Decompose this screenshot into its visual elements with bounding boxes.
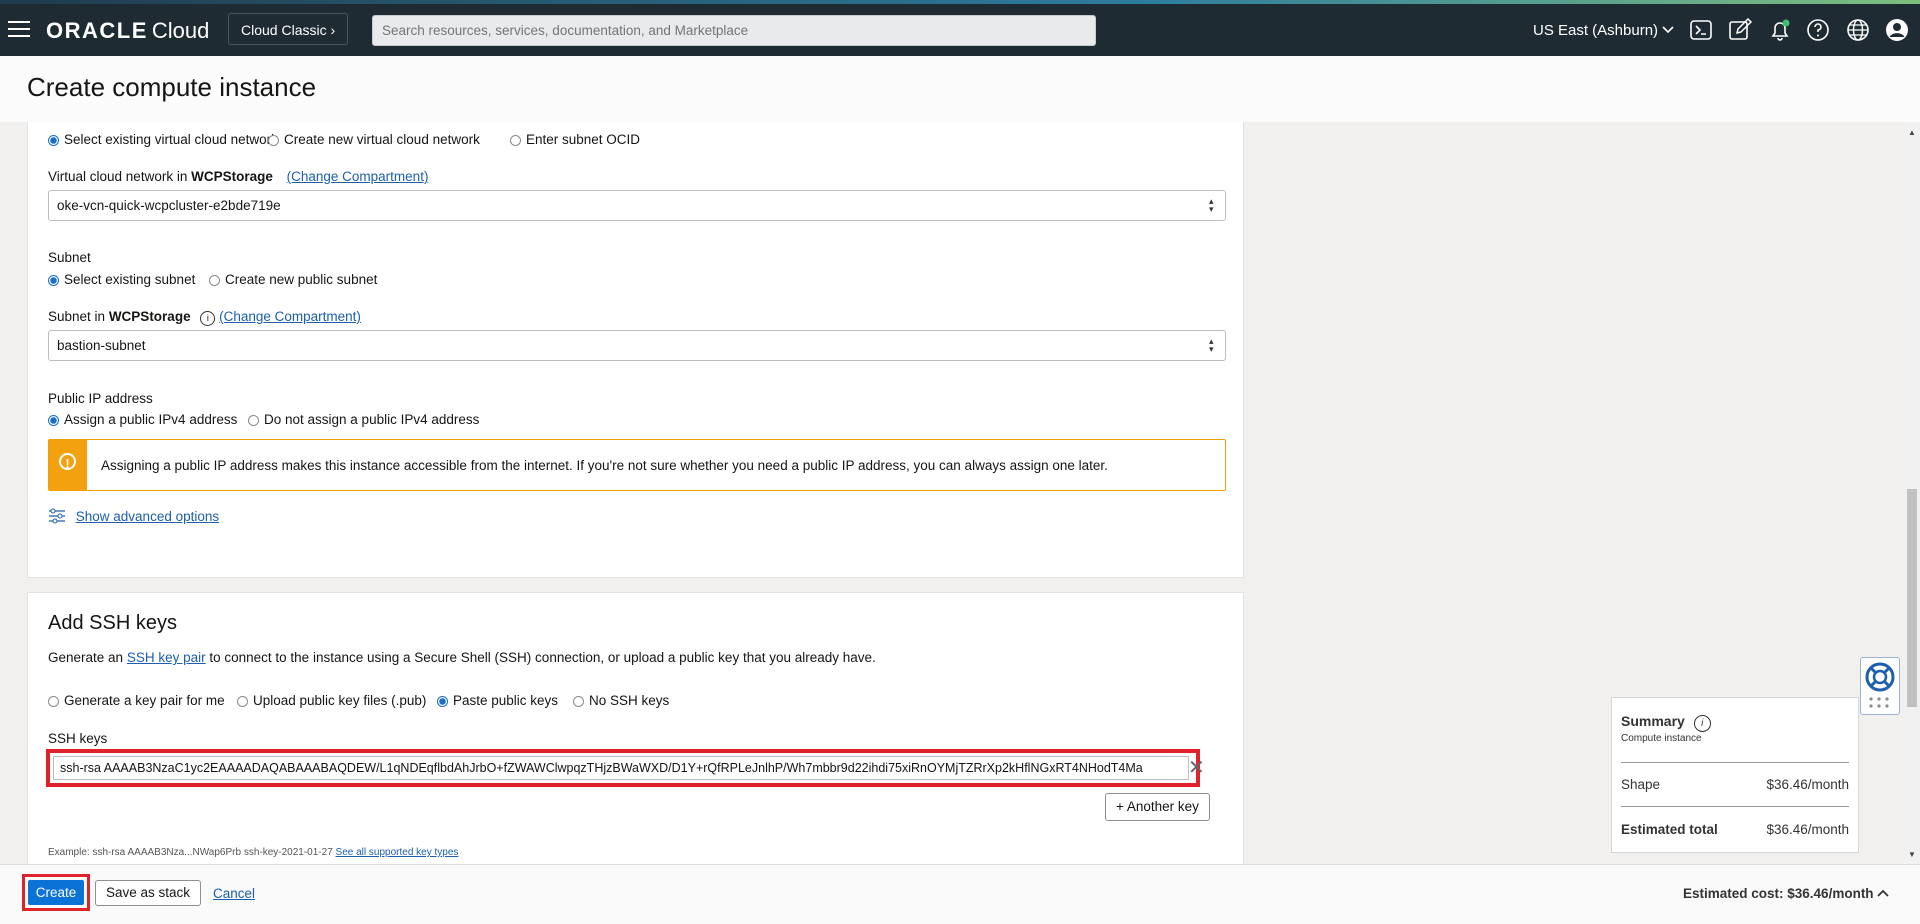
- scroll-up-icon[interactable]: ▲: [1908, 128, 1916, 137]
- footer-bar: Create Save as stack Cancel Estimated co…: [0, 864, 1920, 924]
- scroll-down-icon[interactable]: ▼: [1908, 850, 1916, 859]
- top-navigation-bar: ORACLECloud Cloud Classic › US East (Ash…: [0, 4, 1920, 56]
- region-selector[interactable]: US East (Ashburn): [1533, 22, 1674, 39]
- bell-icon[interactable]: [1768, 18, 1792, 42]
- section-title: Add SSH keys: [48, 612, 177, 634]
- edit-icon[interactable]: [1728, 18, 1752, 42]
- page-title: Create compute instance: [27, 72, 317, 102]
- chevron-down-icon: [1662, 26, 1674, 34]
- cloud-classic-button[interactable]: Cloud Classic ›: [228, 13, 349, 45]
- radio-generate-key-pair[interactable]: Generate a key pair for me: [48, 693, 225, 708]
- radio-button-icon: [209, 275, 220, 286]
- radio-button-icon: [48, 135, 59, 146]
- ssh-key-pair-link[interactable]: SSH key pair: [127, 650, 206, 665]
- summary-panel: Summary i Compute instance Shape $36.46/m…: [1611, 697, 1859, 853]
- cloud-shell-icon[interactable]: [1689, 18, 1713, 42]
- radio-button-icon: [237, 696, 248, 707]
- page-header: Create compute instance: [0, 56, 1920, 123]
- radio-create-new-vcn[interactable]: Create new virtual cloud network: [268, 132, 480, 147]
- networking-panel: Select existing virtual cloud network Cr…: [27, 122, 1244, 578]
- radio-button-icon: [48, 275, 59, 286]
- radio-do-not-assign-public-ipv4[interactable]: Do not assign a public IPv4 address: [248, 412, 479, 427]
- radio-button-icon: [248, 415, 259, 426]
- radio-no-ssh-keys[interactable]: No SSH keys: [573, 693, 669, 708]
- ssh-key-input-highlight: [46, 749, 1200, 787]
- create-button-highlight: Create: [22, 874, 90, 911]
- sliders-icon: [49, 508, 65, 524]
- chevron-up-icon: [1877, 889, 1889, 897]
- summary-shape-row: Shape $36.46/month: [1621, 777, 1849, 792]
- drag-handle-icon[interactable]: [1867, 696, 1893, 710]
- chevron-right-icon: ›: [330, 22, 336, 38]
- select-arrows-icon: ▴ ▾: [1209, 336, 1214, 354]
- summary-subtitle: Compute instance: [1621, 733, 1702, 744]
- summary-total-row: Estimated total $36.46/month: [1621, 822, 1849, 837]
- radio-select-existing-vcn[interactable]: Select existing virtual cloud network: [48, 132, 278, 147]
- scrollbar-thumb[interactable]: [1907, 489, 1917, 707]
- clear-icon[interactable]: ✕: [1188, 755, 1205, 780]
- radio-upload-public-key-files[interactable]: Upload public key files (.pub): [237, 693, 426, 708]
- radio-button-icon: [437, 696, 448, 707]
- warning-text: Assigning a public IP address makes this…: [101, 458, 1108, 473]
- help-icon[interactable]: [1806, 18, 1830, 42]
- radio-button-icon: [268, 135, 279, 146]
- user-icon[interactable]: [1885, 18, 1909, 42]
- menu-icon[interactable]: [6, 16, 32, 42]
- lifebuoy-icon: [1865, 662, 1895, 692]
- estimated-cost-toggle[interactable]: Estimated cost: $36.46/month: [1683, 886, 1889, 901]
- ssh-keys-label: SSH keys: [48, 731, 108, 746]
- subnet-label: Subnet in WCPStorage i (Change Compartme…: [48, 309, 361, 326]
- ssh-key-example: Example: ssh-rsa AAAAB3Nza...NWap6Prb ss…: [48, 847, 459, 858]
- oracle-cloud-logo[interactable]: ORACLE Cloud: [46, 18, 209, 44]
- ssh-keys-panel: Add SSH keys Generate an SSH key pair to…: [27, 592, 1244, 864]
- cancel-link[interactable]: Cancel: [213, 886, 255, 901]
- summary-title: Summary i: [1621, 713, 1711, 732]
- radio-button-icon: [48, 415, 59, 426]
- create-button[interactable]: Create: [28, 880, 84, 905]
- radio-button-icon: [573, 696, 584, 707]
- radio-assign-public-ipv4[interactable]: Assign a public IPv4 address: [48, 412, 237, 427]
- vcn-select[interactable]: oke-vcn-quick-wcpcluster-e2bde719e ▴ ▾: [48, 190, 1226, 221]
- change-compartment-link[interactable]: (Change Compartment): [219, 309, 361, 324]
- radio-create-new-public-subnet[interactable]: Create new public subnet: [209, 272, 377, 287]
- show-advanced-options[interactable]: Show advanced options: [48, 507, 219, 525]
- select-arrows-icon: ▴ ▾: [1209, 196, 1214, 214]
- public-ip-heading: Public IP address: [48, 391, 153, 406]
- info-icon[interactable]: i: [200, 311, 216, 326]
- vertical-scrollbar[interactable]: ▲ ▼: [1904, 122, 1920, 864]
- another-key-button[interactable]: + Another key: [1105, 793, 1210, 821]
- help-widget[interactable]: [1860, 657, 1900, 715]
- ssh-key-input[interactable]: [53, 756, 1189, 780]
- warning-icon: !: [59, 453, 76, 471]
- save-as-stack-button[interactable]: Save as stack: [95, 880, 202, 906]
- globe-icon[interactable]: [1846, 18, 1870, 42]
- info-icon[interactable]: i: [1693, 715, 1711, 732]
- vcn-label: Virtual cloud network in WCPStorage (Cha…: [48, 169, 429, 184]
- subnet-select[interactable]: bastion-subnet ▴ ▾: [48, 330, 1226, 361]
- search-input[interactable]: [372, 15, 1096, 46]
- ssh-description: Generate an SSH key pair to connect to t…: [48, 650, 876, 665]
- change-compartment-link[interactable]: (Change Compartment): [287, 169, 429, 184]
- supported-key-types-link[interactable]: See all supported key types: [336, 847, 459, 858]
- radio-enter-subnet-ocid[interactable]: Enter subnet OCID: [510, 132, 640, 147]
- radio-button-icon: [48, 696, 59, 707]
- radio-paste-public-keys[interactable]: Paste public keys: [437, 693, 558, 708]
- radio-button-icon: [510, 135, 521, 146]
- warning-banner: ! Assigning a public IP address makes th…: [48, 439, 1226, 491]
- radio-select-existing-subnet[interactable]: Select existing subnet: [48, 272, 195, 287]
- subnet-heading: Subnet: [48, 250, 91, 265]
